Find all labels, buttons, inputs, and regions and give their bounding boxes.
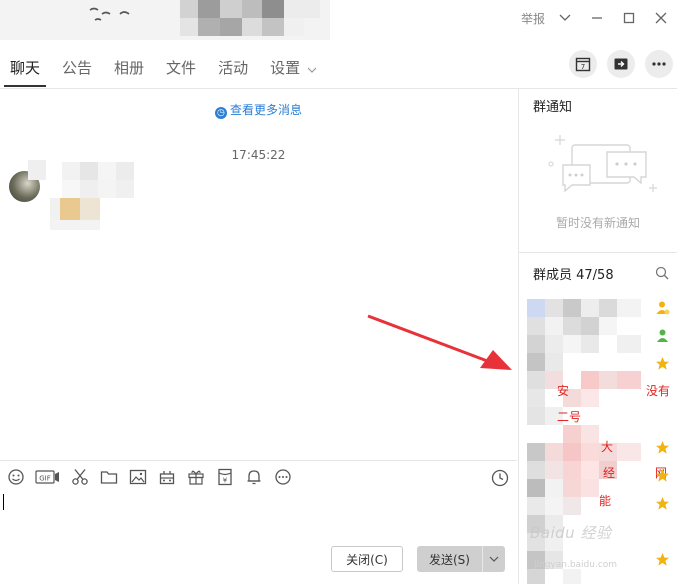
chevron-down-icon <box>304 65 317 76</box>
tab-chat[interactable]: 聊天 <box>3 49 47 87</box>
folder-icon[interactable] <box>99 467 119 487</box>
gif-icon[interactable]: GIF <box>35 467 61 487</box>
chevron-down-icon[interactable] <box>483 546 505 572</box>
member-name-fragment: 没有 <box>646 384 671 398</box>
message-bubble <box>28 160 134 230</box>
share-icon[interactable] <box>607 50 635 78</box>
member-name-fragment: 经 <box>603 466 616 480</box>
watermark: Baidu 经验 <box>530 524 612 542</box>
scissors-icon[interactable] <box>70 467 90 487</box>
star-icon <box>656 469 669 482</box>
text-cursor[interactable] <box>3 494 4 510</box>
more-messages-link[interactable]: ◷ 查看更多消息 <box>0 101 517 119</box>
report-link[interactable]: 举报 <box>521 10 545 27</box>
more-messages-label: 查看更多消息 <box>229 103 302 117</box>
star-icon <box>656 357 669 370</box>
clock-icon[interactable] <box>490 468 510 488</box>
close-button[interactable]: 关闭(C) <box>331 546 403 572</box>
calendar-icon[interactable]: 7 <box>569 50 597 78</box>
tab-label: 活动 <box>218 59 249 77</box>
tab-label: 公告 <box>62 59 93 77</box>
annotation-arrow <box>367 314 512 370</box>
tab-bar: 聊天 公告 相册 文件 活动 设置 <box>0 48 329 88</box>
clock-icon: ◷ <box>214 107 227 119</box>
star-icon <box>656 441 669 454</box>
red-packet-icon[interactable]: ¥ <box>215 467 235 487</box>
present-icon[interactable] <box>186 467 206 487</box>
header-actions: 7 <box>569 50 673 78</box>
gif-label: GIF <box>39 475 51 483</box>
empty-notice-text: 暂时没有新通知 <box>555 216 640 230</box>
chevron-down-icon[interactable] <box>549 0 581 36</box>
svg-text:¥: ¥ <box>223 477 228 485</box>
calendar-day: 7 <box>581 63 585 71</box>
watermark-url: jingyan.baidu.com <box>534 560 618 570</box>
tab-announcement[interactable]: 公告 <box>60 49 94 87</box>
admin-badge-icon <box>657 329 668 342</box>
tab-label: 聊天 <box>10 59 41 77</box>
members-title: 群成员 47/58 <box>533 268 614 283</box>
owner-badge-icon <box>656 301 670 315</box>
star-icon <box>656 553 669 566</box>
tab-label: 文件 <box>166 59 197 77</box>
tab-label: 相册 <box>114 59 145 77</box>
star-icon <box>656 497 669 510</box>
send-button[interactable]: 发送(S) <box>417 546 505 572</box>
members-divider <box>519 252 677 253</box>
tab-label: 设置 <box>270 59 301 77</box>
tab-settings[interactable]: 设置 <box>268 49 319 87</box>
more-icon[interactable] <box>273 467 293 487</box>
send-label: 发送(S) <box>417 546 483 572</box>
empty-notice-illustration <box>548 135 657 193</box>
image-icon[interactable] <box>128 467 148 487</box>
group-banner <box>0 0 330 40</box>
tab-album[interactable]: 相册 <box>112 49 146 87</box>
tab-files[interactable]: 文件 <box>164 49 198 87</box>
banner-decoration <box>0 0 330 40</box>
member-name-fragment: 能 <box>599 494 612 508</box>
window-controls: 举报 <box>521 0 677 36</box>
member-name-fragment: 安 <box>557 384 570 398</box>
notice-title: 群通知 <box>533 100 573 115</box>
chat-area: ◷ 查看更多消息 17:45:22 <box>0 89 517 460</box>
input-divider <box>0 460 517 461</box>
minimize-icon[interactable] <box>581 0 613 36</box>
gift-box-icon[interactable] <box>157 467 177 487</box>
more-icon[interactable] <box>645 50 673 78</box>
search-icon[interactable] <box>655 266 669 280</box>
maximize-icon[interactable] <box>613 0 645 36</box>
member-name-fragment: 大 <box>601 440 614 454</box>
emoji-icon[interactable] <box>6 467 26 487</box>
tab-activity[interactable]: 活动 <box>216 49 250 87</box>
input-toolbar: GIF ¥ <box>6 467 293 487</box>
member-name-fragment: 二号 <box>557 410 582 424</box>
close-icon[interactable] <box>645 0 677 36</box>
bell-icon[interactable] <box>244 467 264 487</box>
